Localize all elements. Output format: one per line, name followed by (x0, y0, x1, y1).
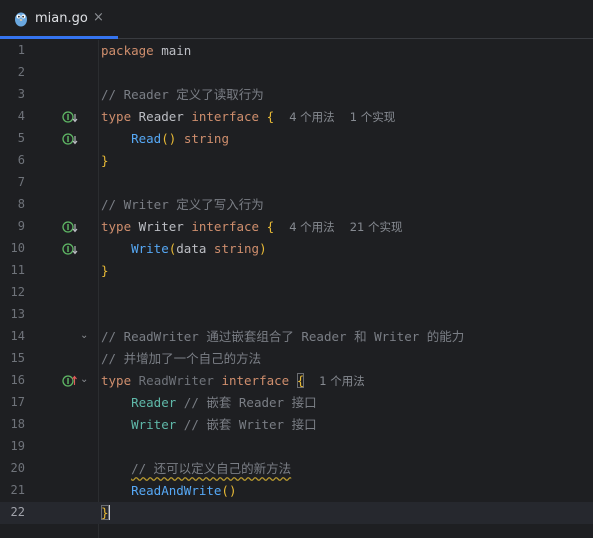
line-number: 1 (17, 43, 25, 57)
implementing-up-icon[interactable]: I (62, 374, 78, 388)
svg-text:I: I (67, 245, 70, 254)
code-line-18: 18 Writer // 嵌套 Writer 接口 (0, 414, 593, 436)
line-number: 15 (10, 351, 25, 365)
code-line-22: 22 } (0, 502, 593, 524)
fold-chevron-icon[interactable]: ⌄ (80, 330, 88, 341)
code-editor[interactable]: 1 package main 2 3 // Reader 定义了读取行为 4 I… (0, 40, 593, 538)
code-line-6: 6 } (0, 150, 593, 172)
line-number: 3 (17, 87, 25, 101)
code-line-7: 7 (0, 172, 593, 194)
code-line-20: 20 // 还可以定义自己的新方法 (0, 458, 593, 480)
line-number: 8 (17, 197, 25, 211)
usages-hint[interactable]: 1 个用法 (319, 374, 364, 388)
line-number: 2 (17, 65, 25, 79)
line-number: 18 (10, 417, 25, 431)
code-line-3: 3 // Reader 定义了读取行为 (0, 84, 593, 106)
svg-text:I: I (67, 223, 70, 232)
line-number: 4 (17, 109, 25, 123)
implemented-down-icon[interactable]: I (62, 242, 78, 256)
svg-text:I: I (67, 135, 70, 144)
line-number: 21 (10, 483, 25, 497)
implementations-hint[interactable]: 1 个实现 (350, 110, 395, 124)
code-line-13: 13 (0, 304, 593, 326)
line-number: 13 (10, 307, 25, 321)
implemented-down-icon[interactable]: I (62, 220, 78, 234)
tab-close-icon[interactable]: × (93, 10, 104, 25)
usages-hint[interactable]: 4 个用法 (289, 110, 334, 124)
editor-tab-bar: mian.go × (0, 0, 593, 39)
line-number: 9 (17, 219, 25, 233)
code-line-1: 1 package main (0, 40, 593, 62)
line-number: 16 (10, 373, 25, 387)
comment: // 还可以定义自己的新方法 (131, 461, 292, 476)
line-number: 19 (10, 439, 25, 453)
tab-title: mian.go (35, 11, 88, 26)
comment: // Reader 定义了读取行为 (101, 87, 264, 102)
svg-text:I: I (67, 113, 70, 122)
code-line-14: 14 ⌄ // ReadWriter 通过嵌套组合了 Reader 和 Writ… (0, 326, 593, 348)
code-line-5: 5 I Read() string (0, 128, 593, 150)
line-number: 17 (10, 395, 25, 409)
line-number: 14 (10, 329, 25, 343)
usages-hint[interactable]: 4 个用法 (289, 220, 334, 234)
implemented-down-icon[interactable]: I (62, 110, 78, 124)
code-line-9: 9 I type Writer interface { 4 个用法 21 个实现 (0, 216, 593, 238)
code-line-8: 8 // Writer 定义了写入行为 (0, 194, 593, 216)
code-line-2: 2 (0, 62, 593, 84)
line-number: 7 (17, 175, 25, 189)
code-line-19: 19 (0, 436, 593, 458)
code-line-17: 17 Reader // 嵌套 Reader 接口 (0, 392, 593, 414)
implemented-down-icon[interactable]: I (62, 132, 78, 146)
line-number: 12 (10, 285, 25, 299)
code-line-15: 15 // 并增加了一个自己的方法 (0, 348, 593, 370)
tab-mian-go[interactable]: mian.go × (0, 0, 118, 39)
comment: // Writer 定义了写入行为 (101, 197, 264, 212)
code-line-12: 12 (0, 282, 593, 304)
comment: // 并增加了一个自己的方法 (101, 351, 262, 366)
comment: // ReadWriter 通过嵌套组合了 Reader 和 Writer 的能… (101, 329, 465, 344)
code-line-4: 4 I type Reader interface { 4 个用法 1 个实现 (0, 106, 593, 128)
svg-text:I: I (67, 377, 70, 386)
line-number: 10 (10, 241, 25, 255)
code-line-11: 11 } (0, 260, 593, 282)
code-line-21: 21 ReadAndWrite() (0, 480, 593, 502)
text-caret (108, 505, 110, 520)
code-line-10: 10 I Write(data string) (0, 238, 593, 260)
implementations-hint[interactable]: 21 个实现 (350, 220, 403, 234)
gopher-icon (15, 12, 27, 27)
line-number: 11 (10, 263, 25, 277)
line-number: 22 (10, 505, 25, 519)
fold-chevron-icon[interactable]: ⌄ (80, 374, 88, 385)
line-number: 5 (17, 131, 25, 145)
line-number: 20 (10, 461, 25, 475)
code-line-16: 16 I ⌄ type ReadWriter interface { 1 个用法 (0, 370, 593, 392)
line-number: 6 (17, 153, 25, 167)
